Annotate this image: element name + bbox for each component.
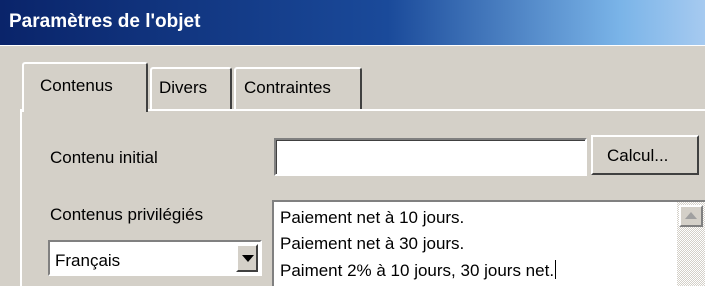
tab-divers[interactable]: Divers bbox=[150, 67, 232, 109]
vertical-scrollbar[interactable] bbox=[677, 202, 705, 286]
tab-label: Divers bbox=[159, 78, 208, 97]
initial-content-input[interactable] bbox=[274, 138, 587, 176]
language-dropdown-button[interactable] bbox=[236, 244, 258, 272]
title-bar[interactable]: Paramètres de l'objet bbox=[0, 0, 705, 46]
preferred-contents-label: Contenus privilégiés bbox=[50, 205, 204, 224]
chevron-down-icon bbox=[242, 255, 254, 262]
tab-contenus[interactable]: Contenus bbox=[22, 62, 148, 112]
list-item-text: Paiment 2% à 10 jours, 30 jours net. bbox=[280, 261, 555, 280]
list-item-current[interactable]: Paiment 2% à 10 jours, 30 jours net. bbox=[280, 260, 557, 281]
list-item[interactable]: Paiement net à 10 jours. bbox=[280, 208, 464, 228]
language-selected-value: Français bbox=[55, 251, 121, 270]
list-item[interactable]: Paiement net à 30 jours. bbox=[280, 234, 464, 254]
tab-contraintes[interactable]: Contraintes bbox=[234, 67, 362, 109]
calcul-button-label: Calcul... bbox=[607, 146, 669, 165]
calcul-button[interactable]: Calcul... bbox=[591, 135, 699, 175]
tab-label: Contenus bbox=[40, 76, 113, 95]
dialog-window: Paramètres de l'objet Contenus Divers Co… bbox=[0, 0, 705, 286]
scroll-up-button[interactable] bbox=[679, 205, 703, 227]
window-title: Paramètres de l'objet bbox=[9, 11, 201, 32]
tab-label: Contraintes bbox=[244, 78, 331, 97]
initial-content-label: Contenu initial bbox=[50, 148, 158, 167]
text-caret bbox=[555, 260, 557, 279]
language-select[interactable]: Français bbox=[48, 240, 262, 276]
preferred-contents-list[interactable]: Paiement net à 10 jours. Paiement net à … bbox=[272, 200, 705, 286]
scroll-up-arrow-icon bbox=[685, 212, 697, 219]
